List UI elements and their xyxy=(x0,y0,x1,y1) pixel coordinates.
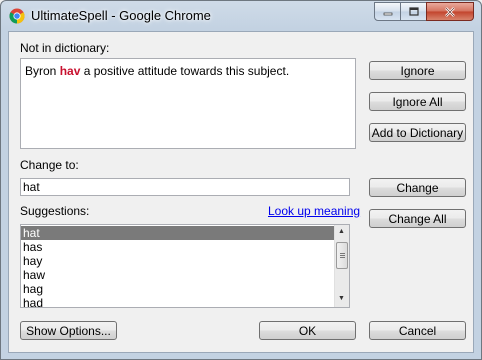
change-button[interactable]: Change xyxy=(369,178,466,197)
scroll-down-arrow-icon[interactable]: ▼ xyxy=(338,295,345,302)
suggestion-item[interactable]: hag xyxy=(21,282,334,296)
change-to-value: hat xyxy=(23,180,40,194)
not-in-dictionary-textbox[interactable]: Byron hav a positive attitude towards th… xyxy=(20,58,356,149)
show-options-button[interactable]: Show Options... xyxy=(20,321,117,340)
change-to-label: Change to: xyxy=(20,158,79,172)
suggestions-label: Suggestions: xyxy=(20,204,90,218)
grip-line xyxy=(340,253,345,254)
title-bar[interactable]: UltimateSpell - Google Chrome xyxy=(1,1,481,31)
sentence-text: Byron hav a positive attitude towards th… xyxy=(25,64,289,78)
grip-line xyxy=(340,255,345,256)
sentence-before: Byron xyxy=(25,64,60,78)
suggestion-item[interactable]: had xyxy=(21,296,334,307)
suggestion-item[interactable]: haw xyxy=(21,268,334,282)
suggestion-item[interactable]: hay xyxy=(21,254,334,268)
dialog-window: UltimateSpell - Google Chrome Not in dic… xyxy=(0,0,482,360)
minimize-icon xyxy=(383,12,392,15)
minimize-button[interactable] xyxy=(374,2,401,21)
maximize-icon xyxy=(408,7,419,16)
misspelled-word: hav xyxy=(59,64,81,78)
window-title: UltimateSpell - Google Chrome xyxy=(31,8,211,23)
add-to-dictionary-button[interactable]: Add to Dictionary xyxy=(369,123,466,142)
change-all-button[interactable]: Change All xyxy=(369,209,466,228)
close-icon xyxy=(445,6,455,17)
sentence-after: a positive attitude towards this subject… xyxy=(80,64,290,78)
close-button[interactable] xyxy=(426,2,474,21)
suggestion-item-selected[interactable]: hat xyxy=(21,226,334,240)
grip-line xyxy=(340,257,345,258)
cancel-button[interactable]: Cancel xyxy=(369,321,466,340)
scroll-thumb[interactable] xyxy=(336,242,348,269)
change-to-input[interactable]: hat xyxy=(20,178,350,196)
suggestion-item[interactable]: has xyxy=(21,240,334,254)
ignore-button[interactable]: Ignore xyxy=(369,61,466,80)
chrome-logo-icon xyxy=(9,8,25,24)
ok-button[interactable]: OK xyxy=(259,321,356,340)
dialog-content: Not in dictionary: Byron hav a positive … xyxy=(8,31,474,353)
suggestions-list[interactable]: hat has hay haw hag had ▲ ▼ xyxy=(20,224,350,308)
not-in-dictionary-label: Not in dictionary: xyxy=(20,41,110,55)
look-up-meaning-link[interactable]: Look up meaning xyxy=(268,204,360,218)
ignore-all-button[interactable]: Ignore All xyxy=(369,92,466,111)
maximize-button[interactable] xyxy=(400,2,427,21)
suggestions-scrollbar[interactable]: ▲ ▼ xyxy=(334,225,349,307)
scroll-up-arrow-icon[interactable]: ▲ xyxy=(338,228,345,235)
